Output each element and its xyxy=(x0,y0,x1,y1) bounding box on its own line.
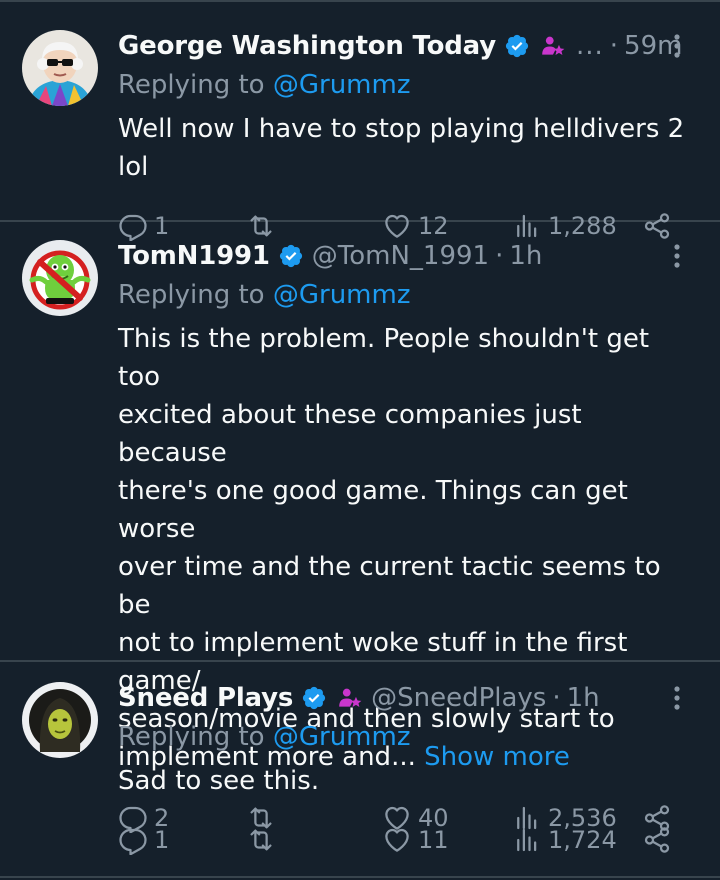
avatar[interactable] xyxy=(22,240,98,316)
tweet-header: Sneed Plays @SneedPlays · 1h xyxy=(118,678,698,718)
separator-dot: · xyxy=(552,683,561,713)
like-button[interactable]: 11 xyxy=(382,820,449,860)
reply-count: 1 xyxy=(154,826,170,854)
timestamp[interactable]: 1h xyxy=(509,236,542,276)
tweet-text-content: Sad to see this. xyxy=(118,766,320,796)
user-handle[interactable]: @SneedPlays xyxy=(371,678,546,718)
reply-button[interactable]: 1 xyxy=(118,820,169,860)
tweet-tomn1991[interactable]: TomN1991 @TomN_1991 · 1h Replying to @Gr… xyxy=(0,222,720,833)
replying-to-label: Replying to xyxy=(118,280,273,310)
share-icon xyxy=(644,827,670,853)
retweet-icon xyxy=(250,829,272,851)
views-bar-chart-icon xyxy=(517,828,537,852)
like-count: 11 xyxy=(418,826,449,854)
replying-to: Replying to @Grummz xyxy=(118,718,698,758)
more-vertical-icon[interactable] xyxy=(664,32,690,60)
reply-icon xyxy=(119,828,147,855)
replying-to-label: Replying to xyxy=(118,722,273,752)
replying-to-label: Replying to xyxy=(118,70,273,100)
mention-link[interactable]: @Grummz xyxy=(273,722,411,752)
avatar[interactable] xyxy=(22,682,98,758)
views-button[interactable]: 1,724 xyxy=(512,820,617,860)
mention-link[interactable]: @Grummz xyxy=(273,70,411,100)
tweet-text-content: Well now I have to stop playing helldive… xyxy=(118,114,685,182)
tweet-header: George Washington Today ... · 59m xyxy=(118,26,698,66)
replying-to: Replying to @Grummz xyxy=(118,66,698,106)
separator-dot: · xyxy=(495,241,504,271)
tweet-text: Sad to see this. xyxy=(118,762,698,800)
avatar[interactable] xyxy=(22,30,98,106)
display-name[interactable]: TomN1991 xyxy=(118,236,270,276)
heart-icon xyxy=(385,828,409,852)
affiliate-person-icon xyxy=(339,688,362,707)
timestamp[interactable]: 1h xyxy=(567,678,600,718)
tweet-text: Well now I have to stop playing helldive… xyxy=(118,110,698,186)
display-name[interactable]: Sneed Plays xyxy=(118,678,293,718)
verified-badge-icon xyxy=(303,686,326,710)
more-vertical-icon[interactable] xyxy=(664,242,690,270)
affiliate-person-icon xyxy=(542,36,565,55)
tweet-sneed-plays[interactable]: Sneed Plays @SneedPlays · 1h Replying to… xyxy=(0,660,720,878)
more-vertical-icon[interactable] xyxy=(664,684,690,712)
truncated-handle: ... xyxy=(575,31,604,61)
replying-to: Replying to @Grummz xyxy=(118,276,698,316)
tweet-george-washington[interactable]: George Washington Today ... · 59m Replyi… xyxy=(0,2,720,241)
tweet-header: TomN1991 @TomN_1991 · 1h xyxy=(118,236,698,276)
display-name[interactable]: George Washington Today xyxy=(118,26,496,66)
verified-badge-icon xyxy=(279,244,302,268)
action-bar: 1 11 1,724 xyxy=(118,820,698,860)
mention-link[interactable]: @Grummz xyxy=(273,280,411,310)
share-button[interactable] xyxy=(642,820,672,860)
verified-badge-icon xyxy=(505,34,529,58)
view-count: 1,724 xyxy=(548,826,617,854)
retweet-button[interactable] xyxy=(246,820,282,860)
user-handle[interactable]: @TomN_1991 xyxy=(312,236,489,276)
separator-dot: · xyxy=(609,31,619,61)
